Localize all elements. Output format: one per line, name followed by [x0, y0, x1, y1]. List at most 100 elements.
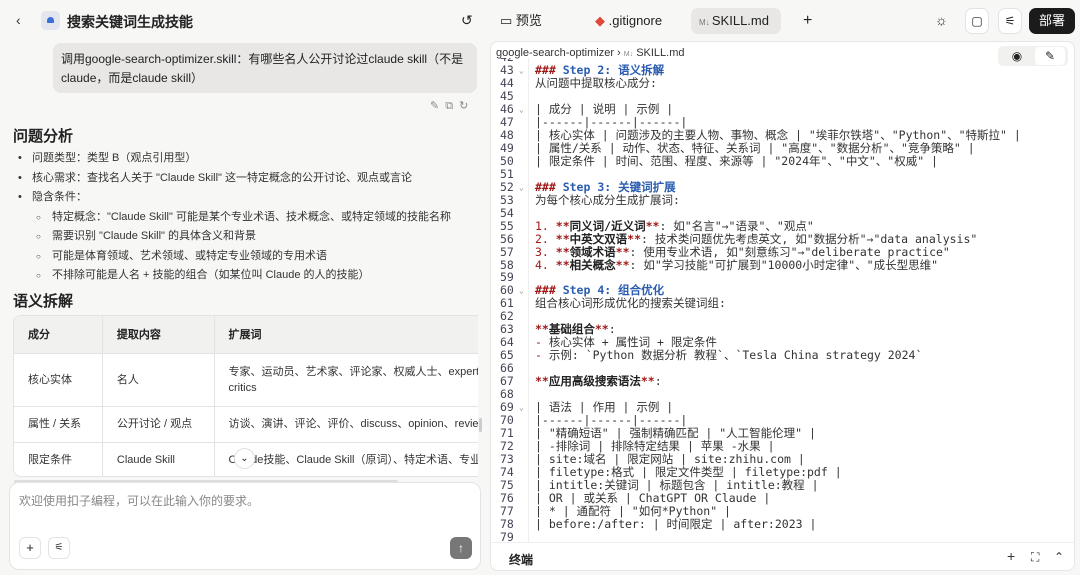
code-token: |------|------|------| [535, 413, 688, 428]
fold-chevron-icon[interactable]: ⌄ [519, 181, 524, 194]
line-number: 44 [500, 75, 514, 90]
list-item: 问题类型：类型 B（观点引用型） [18, 149, 451, 169]
code-line: 50 | 限定条件 | 时间、范围、程度、来源等 | "2024年"、"中文"、"… [491, 153, 1074, 168]
fold-chevron-icon[interactable]: ⌄ [519, 284, 524, 297]
chat-input[interactable] [19, 492, 469, 532]
code-token: : 如"名言"→"语录"、"观点" [659, 218, 814, 233]
send-button[interactable]: ↑ [450, 537, 472, 559]
code-token: : [608, 322, 616, 337]
add-button[interactable]: + [19, 537, 41, 559]
column-header: 扩展词 [214, 316, 478, 354]
code-text: 4. **相关概念**: 如"学习技能"可扩展到"10000小时定律"、"成长型… [535, 257, 938, 272]
code-token: | site:域名 | 限定网站 | site:zhihu.com | [535, 452, 805, 467]
theme-toggle-icon[interactable]: ☼ [935, 12, 948, 28]
code-token: | before:/after: | 时间限定 | after:2023 | [535, 516, 817, 531]
code-token: 基础组合 [548, 322, 595, 337]
fullscreen-icon[interactable]: ⛶ [1031, 550, 1039, 565]
table-cell: 名人 [102, 353, 215, 407]
table-row: 属性 / 关系 公开讨论 / 观点 访谈、演讲、评论、评价、discuss、opin… [14, 406, 478, 443]
line-number: 77 [500, 503, 514, 518]
code-token: ** [535, 374, 549, 389]
line-number: 78 [500, 516, 514, 531]
editor-panel: ▭ 预览 ◆ .gitignore M↓ SKILL.md + ☼ ▢ ⚟ 部署… [490, 0, 1080, 575]
new-tab-button[interactable]: + [795, 8, 820, 34]
tab-preview[interactable]: ▭ 预览 [492, 8, 550, 34]
edit-icon[interactable]: ✎ [430, 100, 445, 112]
back-icon[interactable]: ‹ [16, 12, 21, 28]
chevron-down-icon[interactable]: ⌄ [176, 12, 185, 25]
fold-chevron-icon[interactable]: ⌄ [519, 64, 524, 77]
scroll-to-bottom-button[interactable]: ⌄ [234, 448, 255, 469]
line-number: 52 [500, 179, 514, 194]
line-number: 56 [500, 231, 514, 246]
code-area[interactable]: 4243⌄### Step 2: 语义拆解44从问题中提取核心成分:4546⌄|… [491, 58, 1074, 543]
message-actions: ✎⧉↻ [430, 99, 474, 113]
settings-sliders-button[interactable]: ⚟ [48, 537, 70, 559]
collapse-up-icon[interactable]: ⌃ [1054, 550, 1064, 564]
code-line: 58 4. **相关概念**: 如"学习技能"可扩展到"10000小时定律"、"成… [491, 257, 1074, 272]
code-token: 中英文双语 [569, 231, 628, 246]
column-header: 成分 [14, 316, 103, 354]
code-token: : 技术类问题优先考虑英文, 如"数据分析"→"data analysis" [641, 231, 978, 246]
table-cell: 属性 / 关系 [14, 406, 103, 443]
line-number: 50 [500, 153, 514, 168]
fold-chevron-icon[interactable]: ⌄ [519, 401, 524, 414]
code-token: : 使用专业术语, 如"刻意练习"→"deliberate practice" [629, 244, 950, 259]
code-token: 1. [535, 218, 556, 233]
line-number: 45 [500, 88, 514, 103]
code-token: 3. [535, 244, 556, 259]
fold-chevron-icon[interactable]: ⌄ [519, 103, 524, 116]
copy-icon[interactable]: ⧉ [445, 100, 459, 112]
table-scrollbar-vertical[interactable] [479, 418, 482, 432]
section-heading: 语义拆解 [13, 293, 74, 310]
code-token: ** [615, 244, 630, 259]
code-token: Step 4: 组合优化 [562, 283, 665, 298]
terminal-label[interactable]: 终端 [509, 551, 533, 568]
tab-skill-md[interactable]: M↓ SKILL.md [691, 8, 781, 34]
code-token: 组合核心词形成优化的搜索关键词组: [535, 296, 726, 311]
add-terminal-icon[interactable]: + [1007, 548, 1015, 564]
list-item: 需要识别 "Claude Skill" 的具体含义和背景 [18, 227, 451, 247]
code-token: ** [627, 231, 641, 246]
table-row: 核心实体 名人 专家、运动员、艺术家、评论家、权威人士、experts、critic… [14, 353, 478, 407]
table-cell: Claude Skill [102, 442, 215, 476]
history-icon[interactable]: ↺ [461, 12, 473, 29]
code-token: - [535, 348, 549, 363]
code-token: ** [555, 257, 570, 272]
line-number: 48 [500, 127, 514, 142]
tab-gitignore[interactable]: ◆ .gitignore [587, 8, 670, 34]
code-token: | 核心实体 | 问题涉及的主要人物、事物、概念 | "埃菲尔铁塔"、"Pyth… [535, 127, 1021, 142]
markdown-icon: M↓ [699, 18, 712, 27]
settings-sliders-button[interactable]: ⚟ [998, 8, 1022, 34]
code-text: 组合核心词形成优化的搜索关键词组: [535, 297, 726, 310]
code-token: 从问题中提取核心成分: [535, 75, 657, 90]
retry-icon[interactable]: ↻ [459, 100, 474, 112]
code-token: ### [535, 62, 563, 77]
list-item: 不排除可能是人名 + 技能的组合（如某位叫 Claude 的人的技能） [18, 266, 451, 286]
code-token: 相关概念 [569, 257, 616, 272]
terminal-bar: 终端 + ⛶ ⌃ [491, 542, 1074, 570]
code-token: 领域术语 [569, 244, 616, 259]
git-icon: ◆ [595, 13, 609, 28]
section-heading: 问题分析 [13, 128, 74, 145]
line-number: 49 [500, 140, 514, 155]
code-text: | 限定条件 | 时间、范围、程度、来源等 | "2024年"、"中文"、"权威… [535, 153, 938, 168]
line-number: 47 [500, 114, 514, 129]
code-token: 示例: `Python 数据分析 教程`、`Tesla China strate… [548, 348, 923, 363]
conversation-title[interactable]: 搜索关键词生成技能 [67, 12, 193, 32]
analysis-list: 问题类型：类型 B（观点引用型） 核心需求：查找名人关于 "Claude Ski… [18, 149, 451, 286]
folder-button[interactable]: ▢ [965, 8, 989, 34]
code-token: | 成分 | 说明 | 示例 | [535, 101, 674, 116]
code-token: 2. [535, 231, 556, 246]
code-token: Step 2: 语义拆解 [562, 62, 665, 77]
code-token: | 限定条件 | 时间、范围、程度、来源等 | "2024年"、"中文"、"权威… [535, 153, 938, 168]
code-line: 78 | before:/after: | 时间限定 | after:2023 | [491, 516, 1074, 531]
code-line: 67 **应用高级搜索语法**: [491, 374, 1074, 389]
code-token: 为每个核心成分生成扩展词: [535, 192, 680, 207]
deploy-button[interactable]: 部署 [1029, 8, 1075, 34]
code-line: 53 为每个核心成分生成扩展词: [491, 192, 1074, 207]
chat-input-box: + ⚟ ↑ [9, 482, 481, 570]
code-token: ** [535, 322, 549, 337]
code-text: | before:/after: | 时间限定 | after:2023 | [535, 516, 817, 531]
code-text: 从问题中提取核心成分: [535, 75, 657, 90]
